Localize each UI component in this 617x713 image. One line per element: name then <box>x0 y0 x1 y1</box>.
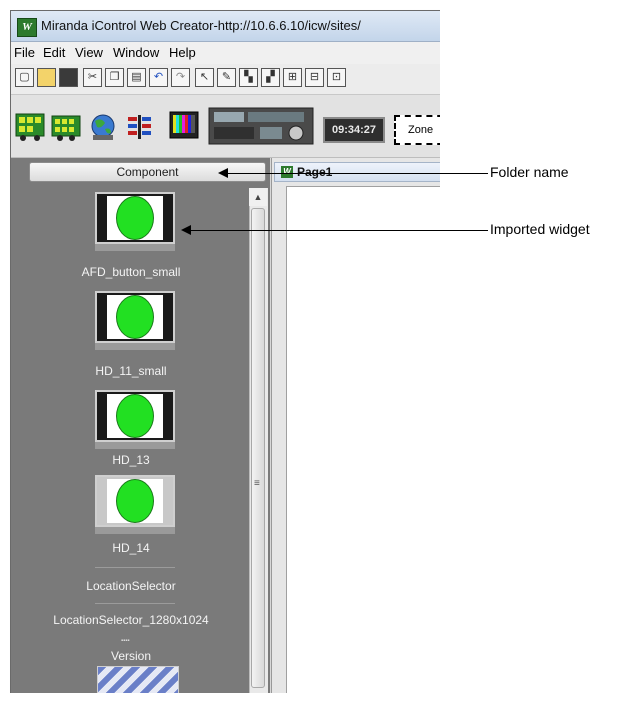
striped-widget-thumbnail[interactable] <box>97 666 179 694</box>
widget-label[interactable]: Version <box>11 649 251 663</box>
page-canvas[interactable] <box>286 186 446 694</box>
page-icon: W <box>281 166 293 178</box>
widget-label[interactable]: AFD_button_small <box>11 265 251 279</box>
menu-view[interactable]: View <box>75 45 103 60</box>
menu-file[interactable]: File <box>14 45 35 60</box>
torn-edge-right <box>440 0 464 713</box>
video-monitor-icon[interactable] <box>169 111 199 143</box>
group-icon[interactable]: ⊞ <box>283 68 302 87</box>
audio-panel-icon[interactable] <box>208 107 314 145</box>
select-pointer-icon[interactable]: ↖ <box>195 68 214 87</box>
page-editor: W Page1 <box>271 158 446 694</box>
menu-edit[interactable]: Edit <box>43 45 65 60</box>
menu-help[interactable]: Help <box>169 45 196 60</box>
widget-thumbnail-hd-13[interactable] <box>95 390 175 442</box>
scroll-grip-icon: ≡ <box>254 478 260 489</box>
torn-edge-bottom <box>0 693 470 713</box>
menu-bar: File Edit View Window Help <box>11 42 446 65</box>
brush-icon[interactable]: ✎ <box>217 68 236 87</box>
app-window: W Miranda iControl Web Creator-http://10… <box>10 10 447 695</box>
title-bar: W Miranda iControl Web Creator-http://10… <box>11 11 446 42</box>
align-icon[interactable]: ⊡ <box>327 68 346 87</box>
widget-bar <box>95 244 175 251</box>
folder-button[interactable]: Component <box>29 162 266 182</box>
version-thumbnail-icon[interactable]: ▪▪▪▪ <box>121 638 130 644</box>
widget-label[interactable]: HD_13 <box>11 453 251 467</box>
page-tab-label: Page1 <box>297 165 333 179</box>
widget-separator <box>95 603 175 604</box>
device-panel-icon[interactable] <box>15 113 45 141</box>
scroll-thumb[interactable] <box>251 208 265 688</box>
globe-icon[interactable] <box>89 113 117 141</box>
callout-imported-widget: Imported widget <box>490 221 590 237</box>
widget-thumbnail-hd-14[interactable] <box>95 475 175 527</box>
window-title: Miranda iControl Web Creator-http://10.6… <box>41 18 361 33</box>
cut-icon[interactable]: ✂ <box>83 68 102 87</box>
widget-bar <box>95 343 175 350</box>
widget-separator <box>95 567 175 568</box>
redo-icon[interactable]: ↷ <box>171 68 190 87</box>
widget-label[interactable]: LocationSelector_1280x1024 <box>11 613 251 627</box>
undo-icon[interactable]: ↶ <box>149 68 168 87</box>
ungroup-icon[interactable]: ⊟ <box>305 68 324 87</box>
open-folder-icon[interactable] <box>37 68 56 87</box>
layout-grid-icon[interactable] <box>125 113 153 141</box>
widget-label[interactable]: LocationSelector <box>11 579 251 593</box>
widget-bar <box>95 527 175 534</box>
widget-bar <box>95 442 175 449</box>
callout-folder-name: Folder name <box>490 164 569 180</box>
widget-label[interactable]: HD_11_small <box>11 364 251 378</box>
scroll-up-arrow-icon[interactable]: ▲ <box>249 188 267 206</box>
new-file-icon[interactable]: ▢ <box>15 68 34 87</box>
callout-line <box>189 230 488 231</box>
bring-front-icon[interactable]: ▚ <box>239 68 258 87</box>
main-toolbar: ▢ ✂ ❐ ▤ ↶ ↷ ↖ ✎ ▚ ▞ ⊞ ⊟ ⊡ <box>11 64 446 95</box>
paste-icon[interactable]: ▤ <box>127 68 146 87</box>
tab-page1[interactable]: W Page1 <box>274 162 446 182</box>
widget-thumbnail-afd-button-small[interactable] <box>95 192 175 244</box>
save-icon[interactable] <box>59 68 78 87</box>
send-back-icon[interactable]: ▞ <box>261 68 280 87</box>
device-rack-icon[interactable] <box>51 113 81 141</box>
widget-label[interactable]: HD_14 <box>11 541 251 555</box>
component-palette: Component ▲ ≡ AFD_button_small HD_11_sma… <box>11 158 270 694</box>
widget-toolbar: 09:34:27 Zone <box>11 95 446 158</box>
clock-widget-icon[interactable]: 09:34:27 <box>323 117 385 143</box>
widget-thumbnail-hd-11-small[interactable] <box>95 291 175 343</box>
callout-line <box>226 173 488 174</box>
app-logo-icon: W <box>17 18 37 37</box>
copy-icon[interactable]: ❐ <box>105 68 124 87</box>
menu-window[interactable]: Window <box>113 45 159 60</box>
